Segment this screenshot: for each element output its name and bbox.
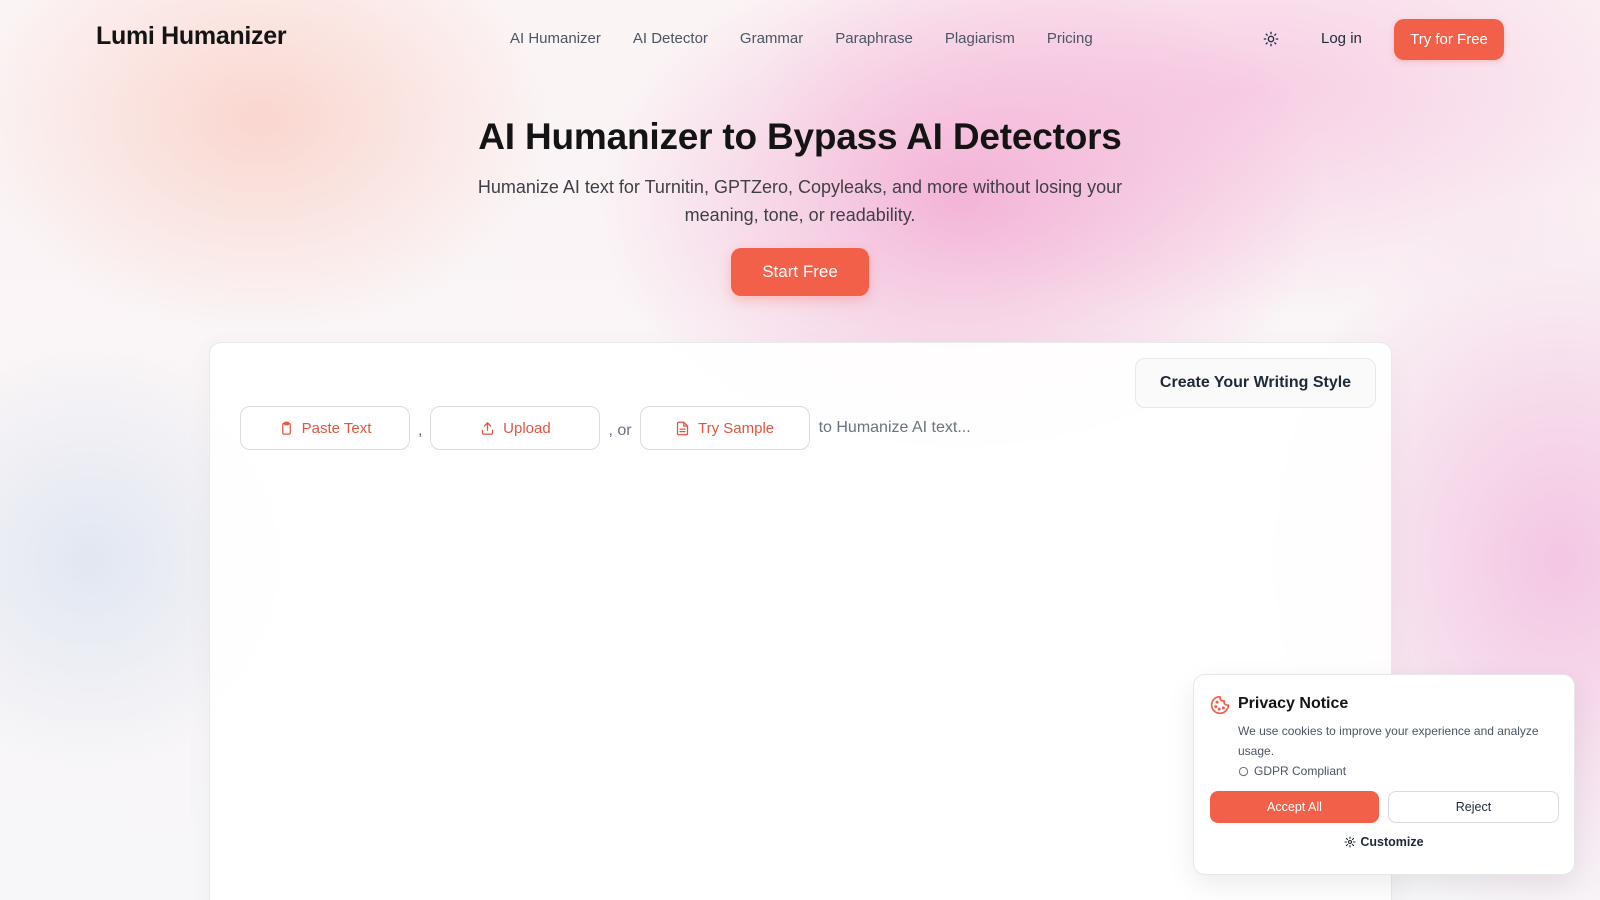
upload-button[interactable]: Upload [430,406,601,450]
hero-subtitle: Humanize AI text for Turnitin, GPTZero, … [477,177,1123,225]
try-for-free-button[interactable]: Try for Free [1394,19,1504,60]
start-free-button[interactable]: Start Free [731,248,869,296]
or-separator: , or [608,422,632,439]
nav-grammar[interactable]: Grammar [740,28,803,50]
document-icon [676,421,689,435]
paste-text-button[interactable]: Paste Text [240,406,410,450]
comma-separator: , [418,422,423,439]
editor-hint: to Humanize AI text... [818,419,971,436]
accept-all-button[interactable]: Accept All [1210,791,1379,823]
customize-label: Customize [1360,835,1424,849]
nav-pricing[interactable]: Pricing [1047,28,1093,50]
cookie-icon [1210,695,1230,715]
try-sample-button[interactable]: Try Sample [639,406,810,450]
gdpr-badge: GDPR Compliant [1238,764,1346,778]
customize-button[interactable]: Customize [1194,835,1574,849]
theme-toggle-button[interactable] [1260,28,1282,50]
paste-text-label: Paste Text [301,419,372,437]
site-header: Lumi Humanizer AI Humanizer AI Detector … [0,0,1600,78]
nav-plagiarism[interactable]: Plagiarism [945,28,1015,50]
upload-icon [482,421,494,435]
nav-ai-humanizer[interactable]: AI Humanizer [510,28,601,50]
privacy-notice: Privacy Notice We use cookies to improve… [1193,674,1575,875]
clipboard-icon [281,421,291,435]
gear-icon [1344,836,1356,848]
try-sample-label: Try Sample [698,419,775,437]
page: Lumi Humanizer AI Humanizer AI Detector … [0,0,1600,900]
input-actions: Paste Text , Upload , or Try Sample to H… [240,406,971,450]
gdpr-label: GDPR Compliant [1254,764,1347,778]
create-writing-style-button[interactable]: Create Your Writing Style [1135,358,1376,408]
shield-icon [1238,766,1249,776]
nav-ai-detector[interactable]: AI Detector [633,28,708,50]
reject-button[interactable]: Reject [1388,791,1559,823]
upload-label: Upload [503,419,551,437]
hero-title: AI Humanizer to Bypass AI Detectors [478,116,1122,157]
privacy-text: We use cookies to improve your experienc… [1238,724,1539,758]
brand-logo[interactable]: Lumi Humanizer [96,22,287,51]
login-link[interactable]: Log in [1321,29,1362,49]
privacy-title: Privacy Notice [1238,695,1349,712]
main-nav: AI Humanizer AI Detector Grammar Paraphr… [510,28,1125,50]
sun-icon [1263,31,1279,47]
nav-paraphrase[interactable]: Paraphrase [835,28,913,50]
